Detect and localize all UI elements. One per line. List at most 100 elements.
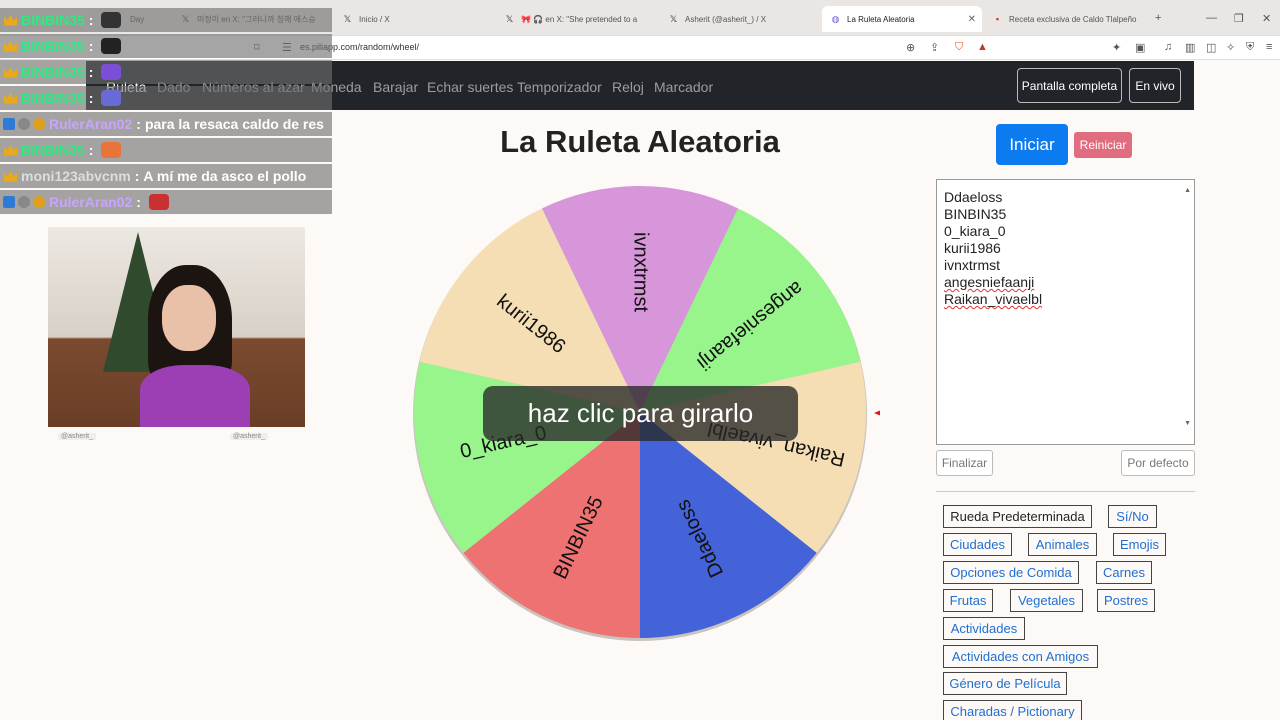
preset-actividades[interactable]: Actividades xyxy=(943,617,1025,640)
prime-badge-icon xyxy=(3,118,15,130)
brave-shield-icon[interactable]: ⛉ xyxy=(955,41,963,54)
zoom-icon[interactable]: ⊕ xyxy=(906,41,915,54)
prime-badge-icon xyxy=(3,196,15,208)
entry-line: kurii1986 xyxy=(944,240,1001,256)
menu-icon[interactable]: ≡ xyxy=(1266,41,1272,53)
browser-tab-title: Asherit (@asherit_) / X xyxy=(685,14,767,24)
streamer xyxy=(140,255,270,427)
entry-line: Raikan_vivaelbl xyxy=(944,291,1043,307)
chat-username[interactable]: BINBIN35 xyxy=(21,64,85,80)
browser-tab[interactable]: 𝕏 🎀 🎧 en X: "She pretended to a xyxy=(496,6,656,32)
chat-emote-icon xyxy=(101,64,122,80)
preset-opciones-de-comida[interactable]: Opciones de Comida xyxy=(943,561,1079,584)
chat-username[interactable]: BINBIN35 xyxy=(21,142,85,158)
chat-message: RulerAran02: xyxy=(0,190,332,214)
preset-postres[interactable]: Postres xyxy=(1097,589,1155,612)
bits-badge-icon xyxy=(33,118,45,130)
chat-emote-icon xyxy=(101,38,122,54)
browser-tab[interactable]: 𝕏 Inicio / X xyxy=(334,6,494,32)
preset-charadas-pictionary[interactable]: Charadas / Pictionary xyxy=(943,700,1082,720)
preset-rueda-predeterminada[interactable]: Rueda Predeterminada xyxy=(943,505,1092,528)
chat-emote-icon xyxy=(148,194,169,210)
bits-badge-icon xyxy=(33,196,45,208)
extensions-icon[interactable]: ✦ xyxy=(1112,41,1121,54)
wallet-icon[interactable]: ▣ xyxy=(1135,41,1145,54)
chat-emote-icon xyxy=(101,90,122,106)
preset-genero-de-pelicula[interactable]: Género de Película xyxy=(943,672,1067,695)
wheel-icon: ◍ xyxy=(831,13,840,24)
divider xyxy=(936,491,1195,492)
browser-tab-title: Inicio / X xyxy=(359,14,390,24)
finish-button[interactable]: Finalizar xyxy=(936,450,993,476)
chat-username[interactable]: BINBIN35 xyxy=(21,38,85,54)
chat-message: BINBIN35: xyxy=(0,86,332,110)
preset-actividades-con-amigos[interactable]: Actividades con Amigos xyxy=(943,645,1098,668)
restore-icon[interactable]: ❐ xyxy=(1234,12,1244,25)
preset-animales[interactable]: Animales xyxy=(1028,533,1097,556)
crown-badge-icon xyxy=(4,144,17,156)
gift-badge-icon xyxy=(18,118,30,130)
scroll-up-icon[interactable]: ▲ xyxy=(1184,182,1191,199)
chat-separator: : xyxy=(136,194,141,210)
preset-carnes[interactable]: Carnes xyxy=(1096,561,1152,584)
reset-button[interactable]: Reiniciar xyxy=(1074,132,1132,158)
chat-separator: : xyxy=(136,116,141,132)
chat-username[interactable]: BINBIN35 xyxy=(21,90,85,106)
recipe-icon: ▪ xyxy=(995,14,1000,24)
chat-username[interactable]: moni123abvcnm xyxy=(21,168,131,184)
shield-icon[interactable]: ⛨ xyxy=(1246,41,1254,54)
preset-frutas[interactable]: Frutas xyxy=(943,589,993,612)
nav-link-reloj[interactable]: Reloj xyxy=(612,79,644,95)
preset-emojis[interactable]: Emojis xyxy=(1113,533,1166,556)
browser-tab[interactable]: ◍ La Ruleta Aleatoria ✕ xyxy=(822,6,982,32)
chat-separator: : xyxy=(88,142,94,158)
scroll-down-icon[interactable]: ▼ xyxy=(1184,415,1191,432)
chat-text: para la resaca caldo de res xyxy=(144,116,324,132)
nav-link-barajar[interactable]: Barajar xyxy=(373,79,418,95)
vpn-icon[interactable]: ◫ xyxy=(1206,41,1216,54)
chat-username[interactable]: BINBIN35 xyxy=(21,12,85,28)
chat-separator: : xyxy=(134,168,140,184)
chat-message: BINBIN35: xyxy=(0,60,332,84)
chat-separator: : xyxy=(88,64,94,80)
chat-emote-icon xyxy=(101,142,122,158)
share-icon[interactable]: ⇪ xyxy=(930,41,939,54)
minimize-icon[interactable]: — xyxy=(1206,12,1217,24)
default-button[interactable]: Por defecto xyxy=(1121,450,1195,476)
page-title: La Ruleta Aleatoria xyxy=(500,124,780,159)
leo-icon[interactable]: ✧ xyxy=(1226,41,1235,54)
music-icon[interactable]: ♫ xyxy=(1164,41,1172,53)
preset-vegetales[interactable]: Vegetales xyxy=(1010,589,1083,612)
chat-username[interactable]: RulerAran02 xyxy=(49,116,132,132)
preset-si-no[interactable]: Sí/No xyxy=(1108,505,1157,528)
crown-badge-icon xyxy=(4,170,17,182)
chat-message: RulerAran02: para la resaca caldo de res xyxy=(0,112,332,136)
nav-link-marcador[interactable]: Marcador xyxy=(654,79,713,95)
chat-message: moni123abvcnm: A mí me da asco el pollo xyxy=(0,164,332,188)
new-tab-icon[interactable]: + xyxy=(1155,12,1161,24)
entry-line: BINBIN35 xyxy=(944,206,1007,222)
preset-ciudades[interactable]: Ciudades xyxy=(943,533,1012,556)
nav-link-temporizador[interactable]: Temporizador xyxy=(517,79,602,95)
chat-separator: : xyxy=(88,90,94,106)
sidebar-icon[interactable]: ▥ xyxy=(1185,41,1195,54)
x-logo-icon: 𝕏 xyxy=(343,13,352,24)
chat-message: BINBIN35: xyxy=(0,138,332,162)
fullscreen-button[interactable]: Pantalla completa xyxy=(1017,68,1122,103)
cam-social-twitter: @asherit_ xyxy=(230,433,269,440)
cam-social-instagram: @asherit_ xyxy=(58,433,97,440)
entry-line: ivnxtrmst xyxy=(944,257,1000,273)
live-button[interactable]: En vivo xyxy=(1129,68,1181,103)
spin-prompt[interactable]: haz clic para girarlo xyxy=(483,386,798,441)
start-button[interactable]: Iniciar xyxy=(996,124,1068,165)
browser-tab[interactable]: 𝕏 Asherit (@asherit_) / X xyxy=(660,6,820,32)
close-tab-icon[interactable]: ✕ xyxy=(968,14,976,25)
brave-rewards-icon[interactable]: ▲ xyxy=(977,41,988,53)
nav-link-echar-suertes[interactable]: Echar suertes xyxy=(427,79,513,95)
entries-textarea[interactable]: Ddaeloss BINBIN35 0_kiara_0 kurii1986 ivnxtr… xyxy=(936,179,1195,445)
entry-line: angesniefaanji xyxy=(944,274,1035,290)
chat-username[interactable]: RulerAran02 xyxy=(49,194,132,210)
close-window-icon[interactable]: ✕ xyxy=(1262,12,1271,25)
browser-tab[interactable]: ▪ Receta exclusiva de Caldo Tlalpeño xyxy=(984,6,1144,32)
chat-message: BINBIN35: xyxy=(0,8,332,32)
